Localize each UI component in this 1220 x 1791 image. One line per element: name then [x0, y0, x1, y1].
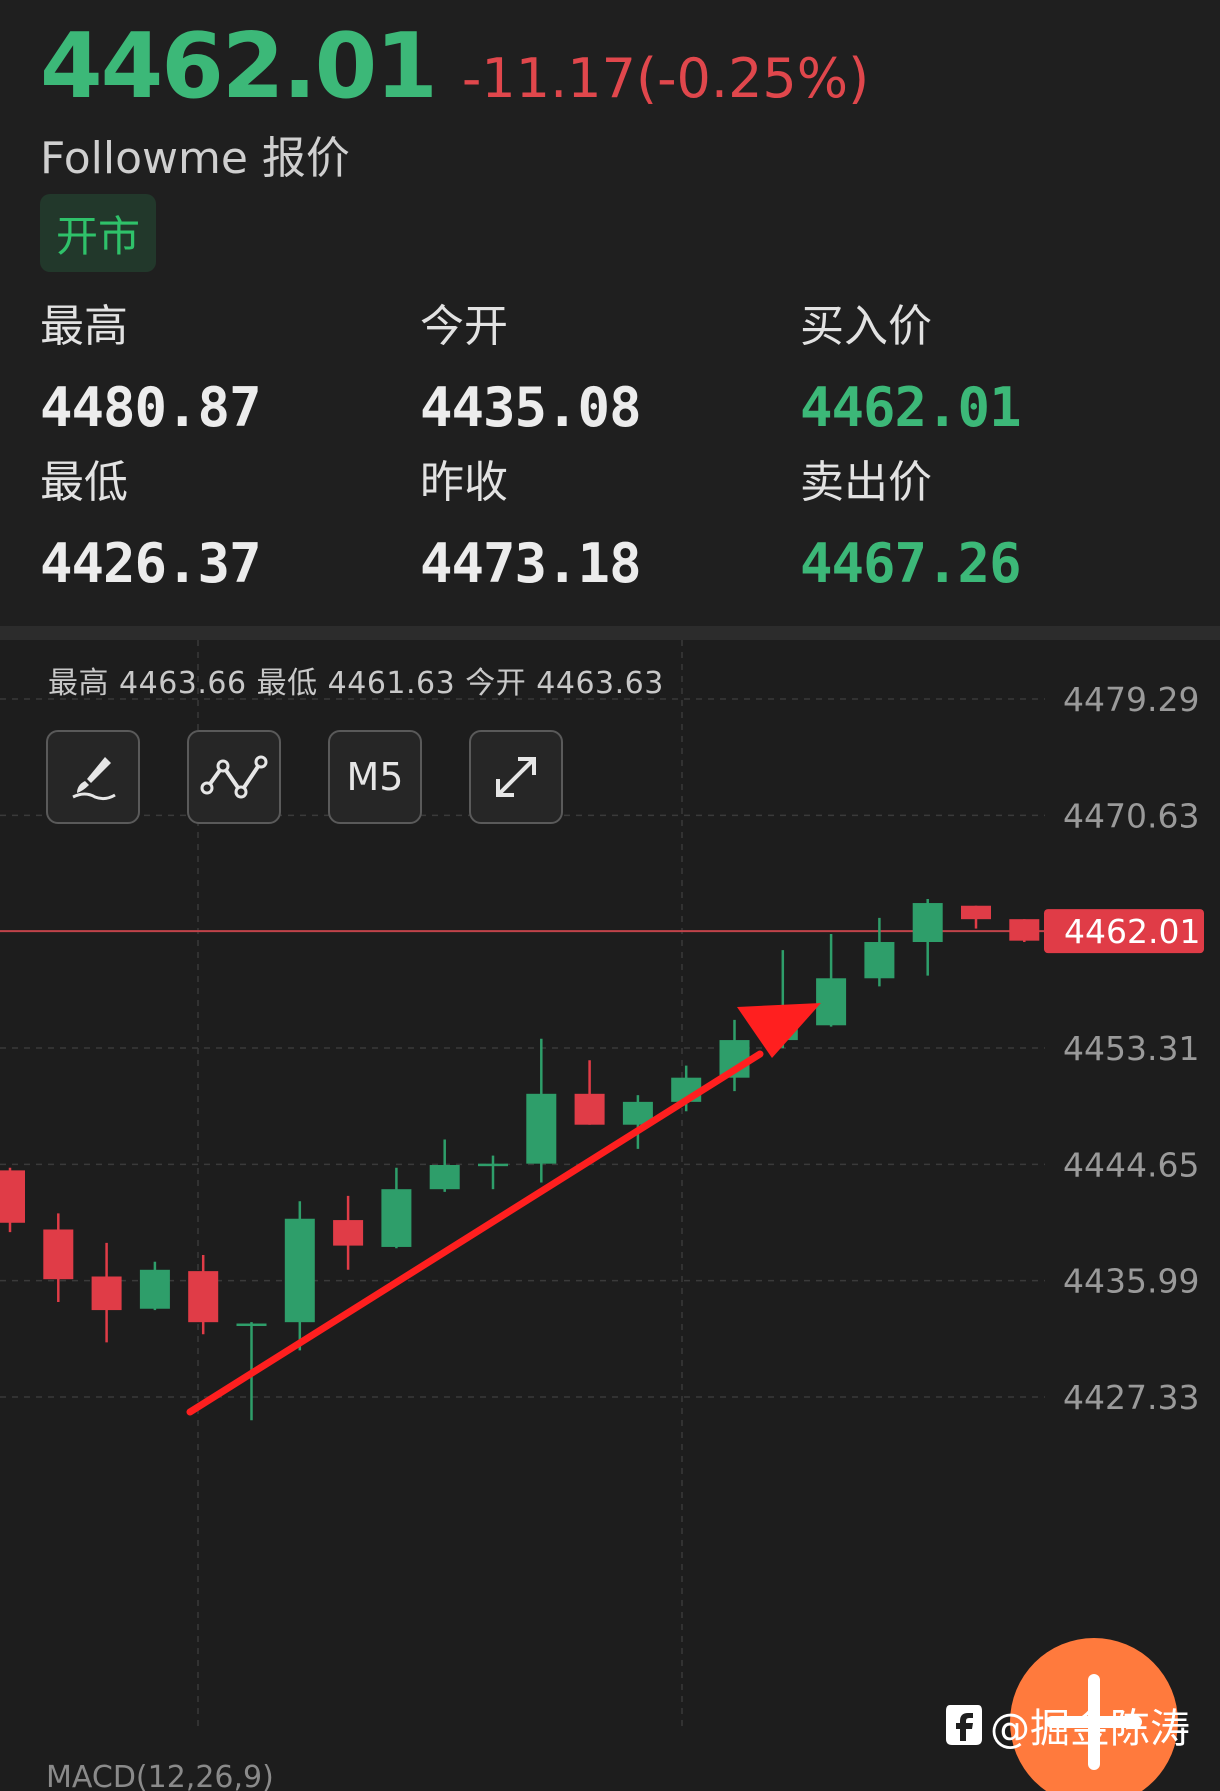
candle-body-down — [333, 1220, 364, 1246]
indicator-button[interactable] — [187, 730, 281, 824]
stat-value: 4473.18 — [420, 532, 642, 595]
market-status-badge: 开市 — [40, 194, 156, 272]
candle-body-down — [0, 1170, 25, 1223]
candle-ohlc-info: 最高 4463.66 最低 4461.63 今开 4463.63 — [48, 666, 664, 701]
candle-body-down — [43, 1229, 74, 1280]
current-price: 4462.01 — [40, 14, 438, 119]
stat-bid: 买入价 4462.01 — [800, 290, 1160, 439]
y-tick-label: 4470.63 — [1063, 796, 1199, 835]
stat-value: 4462.01 — [800, 376, 1022, 439]
candle-body-up — [912, 903, 943, 943]
candle-body-up — [284, 1218, 315, 1323]
kline-chart-area[interactable]: 4479.29 4470.63 4453.31 4444.65 4435.99 4427.… — [0, 640, 1220, 1791]
expand-arrows-icon — [496, 757, 536, 797]
stat-low: 最低 4426.37 — [40, 446, 400, 595]
watermark-text: @掘金陈涛 — [990, 1706, 1190, 1752]
stat-value: 4426.37 — [40, 532, 262, 595]
current-price-tag-label: 4462.01 — [1064, 912, 1200, 951]
quote-source: Followme 报价 — [40, 133, 350, 184]
trend-arrow-shaft — [186, 1050, 764, 1416]
stat-label: 最高 — [40, 301, 128, 352]
candle-body-up — [526, 1093, 557, 1164]
y-tick-label: 4427.33 — [1063, 1378, 1199, 1417]
stat-value: 4435.08 — [420, 376, 642, 439]
stat-prev-close: 昨收 4473.18 — [420, 446, 780, 595]
candle-body-down — [961, 905, 991, 920]
stat-label: 最低 — [40, 457, 128, 508]
ma-button[interactable]: M5 — [328, 730, 422, 824]
macd-indicator-label: MACD(12,26,9) — [46, 1760, 274, 1791]
price-row: 4462.01 -11.17(-0.25%) — [40, 14, 869, 119]
stat-label: 今开 — [420, 301, 508, 352]
stat-label: 昨收 — [420, 457, 508, 508]
stat-high: 最高 4480.87 — [40, 290, 400, 439]
candle-body-up — [816, 978, 847, 1026]
fullscreen-button[interactable] — [469, 730, 563, 824]
candle-body-down — [91, 1276, 122, 1311]
price-change: -11.17(-0.25%) — [461, 47, 870, 110]
candle-body-down — [188, 1271, 219, 1323]
section-divider — [0, 626, 1220, 640]
y-tick-label: 4444.65 — [1063, 1145, 1199, 1184]
candle-body-up — [236, 1323, 267, 1327]
stat-ask: 卖出价 4467.26 — [800, 446, 1160, 595]
draw-tool-button[interactable] — [46, 730, 140, 824]
trend-arrow-head — [737, 1003, 821, 1058]
candle-body-down — [574, 1093, 605, 1125]
y-tick-label: 4435.99 — [1063, 1262, 1199, 1301]
candle-body-up — [429, 1165, 460, 1190]
candle-body-up — [478, 1163, 508, 1167]
stat-open: 今开 4435.08 — [420, 290, 780, 439]
stat-value: 4467.26 — [800, 532, 1022, 595]
candle-body-up — [139, 1269, 170, 1309]
candle-body-up — [864, 942, 895, 979]
watermark: @掘金陈涛 — [944, 1696, 1190, 1754]
candle-body-down — [1009, 919, 1040, 941]
stat-label: 卖出价 — [800, 457, 932, 508]
juejin-logo-icon — [946, 1705, 982, 1745]
y-tick-label: 4479.29 — [1063, 680, 1199, 719]
pen-brush-icon — [72, 757, 116, 801]
stat-label: 买入价 — [800, 301, 932, 352]
y-tick-label: 4453.31 — [1063, 1029, 1199, 1068]
stat-value: 4480.87 — [40, 376, 262, 439]
candle-body-up — [381, 1189, 412, 1247]
line-chart-icon — [200, 755, 268, 799]
quote-header: 4462.01 -11.17(-0.25%) Followme 报价 开市 最高… — [0, 0, 1220, 626]
chart-toolbar: M5 — [46, 730, 563, 824]
